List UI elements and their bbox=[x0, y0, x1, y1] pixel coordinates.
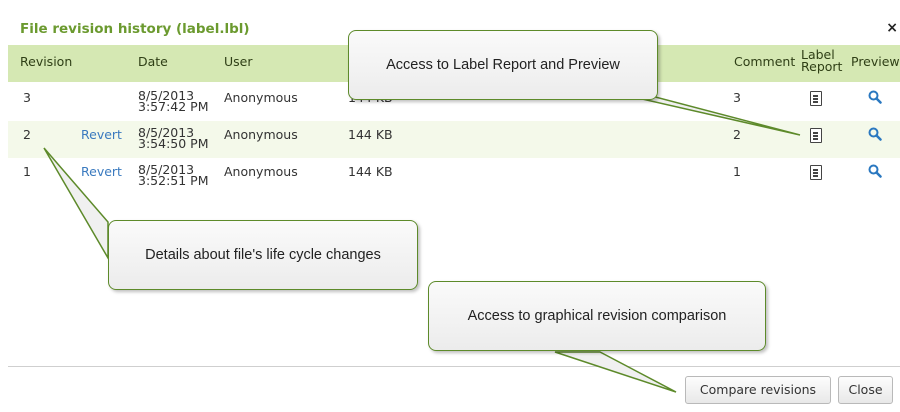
revert-link[interactable]: Revert bbox=[81, 127, 122, 142]
close-icon[interactable]: × bbox=[886, 20, 898, 36]
magnifier-icon[interactable] bbox=[868, 90, 882, 104]
compare-revisions-button[interactable]: Compare revisions bbox=[685, 376, 831, 404]
revision-user: Anonymous bbox=[224, 127, 298, 142]
report-callout: Access to Label Report and Preview bbox=[348, 30, 658, 100]
revision-comment: 3 bbox=[733, 90, 741, 105]
revision-user: Anonymous bbox=[224, 164, 298, 179]
revision-date-time: 3:57:42 PM bbox=[138, 99, 209, 114]
revision-number: 1 bbox=[23, 164, 31, 179]
footer-divider bbox=[8, 366, 900, 367]
document-icon[interactable] bbox=[810, 128, 822, 143]
table-row: 2 Revert 8/5/2013 3:54:50 PM Anonymous 1… bbox=[8, 121, 900, 158]
document-icon[interactable] bbox=[810, 91, 822, 106]
close-button[interactable]: Close bbox=[838, 376, 893, 404]
dialog-title: File revision history (label.lbl) bbox=[20, 21, 250, 37]
compare-callout: Access to graphical revision comparison bbox=[428, 281, 766, 351]
header-comment: Comment bbox=[734, 54, 796, 69]
magnifier-icon[interactable] bbox=[868, 127, 882, 141]
details-callout: Details about file's life cycle changes bbox=[108, 220, 418, 290]
revision-date: 8/5/2013 3:54:50 PM bbox=[138, 126, 209, 151]
header-label-report: Label Report bbox=[801, 48, 843, 74]
revision-date: 8/5/2013 3:52:51 PM bbox=[138, 163, 209, 188]
revision-date-time: 3:52:51 PM bbox=[138, 173, 209, 188]
revision-comment: 2 bbox=[733, 127, 741, 142]
header-revision: Revision bbox=[20, 54, 73, 69]
revision-size: 144 KB bbox=[348, 164, 393, 179]
revision-number: 3 bbox=[23, 90, 31, 105]
document-icon[interactable] bbox=[810, 165, 822, 180]
revision-size: 144 KB bbox=[348, 127, 393, 142]
magnifier-icon[interactable] bbox=[868, 164, 882, 178]
header-user: User bbox=[224, 54, 253, 69]
table-row: 1 Revert 8/5/2013 3:52:51 PM Anonymous 1… bbox=[8, 158, 900, 195]
revision-user: Anonymous bbox=[224, 90, 298, 105]
header-date: Date bbox=[138, 54, 168, 69]
header-preview: Preview bbox=[851, 54, 900, 69]
header-label-report-line2: Report bbox=[801, 59, 843, 74]
revision-date: 8/5/2013 3:57:42 PM bbox=[138, 89, 209, 114]
revision-date-time: 3:54:50 PM bbox=[138, 136, 209, 151]
revision-number: 2 bbox=[23, 127, 31, 142]
revision-comment: 1 bbox=[733, 164, 741, 179]
revert-link[interactable]: Revert bbox=[81, 164, 122, 179]
